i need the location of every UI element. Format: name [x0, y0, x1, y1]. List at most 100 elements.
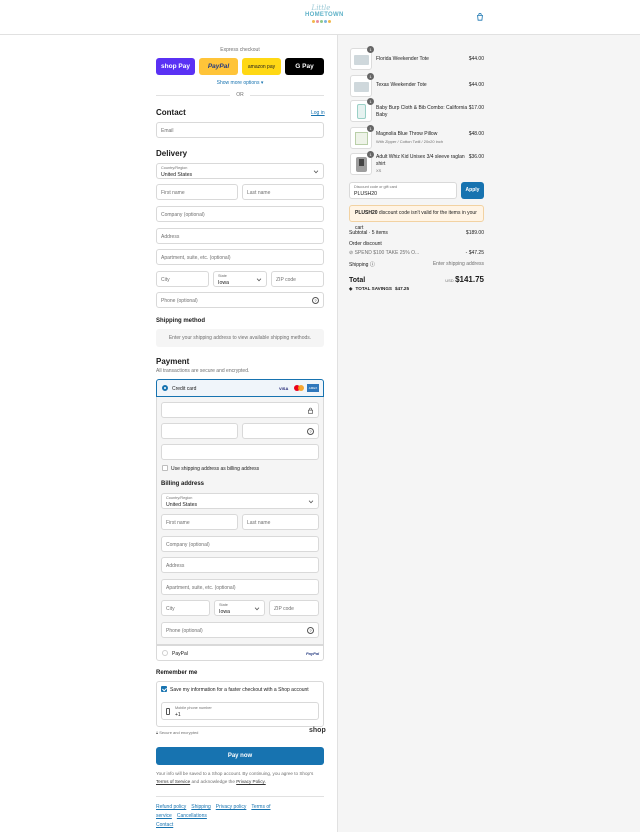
phone-field[interactable]: Phone (optional)? [156, 292, 324, 308]
billing-last-name-field[interactable]: Last name [242, 514, 319, 530]
paypal-option[interactable]: PayPal PayPal [156, 645, 324, 661]
header: Little HOMETOWN [0, 0, 640, 35]
product-variant: XS [376, 168, 382, 173]
product-price: $44.00 [468, 82, 484, 88]
subtotal-row: Subtotal · 5 items $189.00 [349, 230, 484, 236]
billing-zip-field[interactable]: ZIP code [269, 600, 319, 616]
save-info-label: Save my information for a faster checkou… [170, 687, 309, 693]
shopping-bag-icon[interactable] [476, 13, 484, 21]
first-name-field[interactable]: First name [156, 184, 238, 200]
footer-link-shipping[interactable]: Shipping [191, 804, 210, 810]
city-field[interactable]: City [156, 271, 209, 287]
footer-link-cancellations[interactable]: Cancellations [177, 813, 207, 819]
total-row: Total USD $141.75 [349, 275, 484, 284]
footer-link-contact[interactable]: Contact [156, 822, 173, 828]
country-select[interactable]: Country/Region United States [156, 163, 324, 179]
last-name-field[interactable]: Last name [242, 184, 324, 200]
billing-phone-field[interactable]: Phone (optional)? [161, 622, 319, 638]
paypal-radio[interactable] [162, 650, 168, 656]
help-icon[interactable]: ⓘ [370, 262, 375, 268]
product-name: Texas Weekender Tote [376, 82, 427, 88]
shop-pay-button[interactable]: shop Pay [156, 58, 195, 75]
billing-company-field[interactable]: Company (optional) [161, 536, 319, 552]
product-thumbnail: 1 [350, 46, 374, 70]
product-name: Magnolia Blue Throw Pillow [376, 131, 438, 137]
mobile-phone-field[interactable]: Mobile phone number +1 [161, 702, 319, 720]
lock-icon [308, 407, 313, 414]
amazon-pay-button[interactable]: amazon pay [242, 58, 281, 75]
chevron-down-icon [308, 498, 314, 504]
billing-address-field[interactable]: Address [161, 557, 319, 573]
shipping-method-notice: Enter your shipping address to view avai… [156, 329, 324, 347]
discount-error-banner: PLUSH20 discount code isn't valid for th… [349, 205, 484, 231]
save-info-checkbox[interactable] [161, 686, 167, 692]
billing-state-select[interactable]: State Iowa [214, 600, 265, 616]
use-shipping-address-label: Use shipping address as billing address [171, 466, 260, 472]
or-separator: OR [230, 92, 250, 98]
express-checkout-title: Express checkout [220, 47, 260, 53]
product-name: Baby Burp Cloth & Bib Combo: California … [376, 105, 468, 118]
credit-card-radio[interactable] [162, 385, 168, 391]
pay-now-button[interactable]: Pay now [156, 747, 324, 765]
billing-city-field[interactable]: City [161, 600, 210, 616]
credit-card-option[interactable]: Credit card VISA AMEX [156, 379, 324, 397]
product-price: $36.00 [468, 154, 484, 160]
shop-logo: shop [309, 727, 326, 734]
delivery-heading: Delivery [156, 149, 188, 158]
billing-country-select[interactable]: Country/Region United States [161, 493, 319, 509]
help-icon[interactable]: ? [307, 428, 314, 435]
zip-field[interactable]: ZIP code [271, 271, 324, 287]
billing-apartment-field[interactable]: Apartment, suite, etc. (optional) [161, 579, 319, 595]
quantity-badge: 1 [367, 46, 374, 53]
product-thumbnail: 1 [350, 98, 374, 122]
phone-icon [166, 708, 170, 715]
name-on-card-field[interactable] [161, 444, 319, 460]
tag-icon: ⊘ [349, 250, 354, 256]
savings-tag-icon: ◈ [349, 286, 353, 291]
product-price: $48.00 [468, 131, 484, 137]
contact-heading: Contact [156, 108, 186, 117]
secure-encrypted-note: 🔒︎ Secure and encrypted [156, 730, 199, 735]
footer-link-privacy[interactable]: Privacy policy [216, 804, 247, 810]
footer-links: Refund policy Shipping Privacy policy Terms… [156, 803, 326, 830]
shipping-row: Shipping ⓘ Enter shipping address [349, 261, 484, 268]
company-field[interactable]: Company (optional) [156, 206, 324, 222]
state-select[interactable]: State Iowa [213, 271, 267, 287]
product-name: Florida Weekender Tote [376, 56, 429, 62]
lock-icon: 🔒︎ [156, 730, 159, 735]
quantity-badge: 1 [367, 98, 374, 105]
billing-first-name-field[interactable]: First name [161, 514, 238, 530]
total-savings-row: ◈ TOTAL SAVINGS $47.25 [349, 286, 410, 291]
remember-me-heading: Remember me [156, 670, 198, 676]
terms-of-service-link[interactable]: Terms of Service [156, 779, 190, 784]
discount-detail-row: ⊘ SPEND $100 TAKE 25% O... - $47.25 [349, 250, 484, 256]
payment-heading: Payment [156, 357, 190, 366]
chevron-down-icon [256, 276, 262, 282]
store-logo[interactable]: Little HOMETOWN [305, 5, 343, 29]
paypal-button[interactable]: PayPal [199, 58, 238, 75]
expiration-date-field[interactable] [161, 423, 238, 439]
order-discount-row: Order discount [349, 241, 382, 247]
google-pay-button[interactable]: G Pay [285, 58, 324, 75]
log-in-link[interactable]: Log in [311, 110, 325, 116]
privacy-policy-link[interactable]: Privacy Policy. [236, 779, 266, 784]
help-icon[interactable]: ? [307, 627, 314, 634]
apply-discount-button[interactable]: Apply [461, 182, 484, 199]
billing-address-heading: Billing address [161, 481, 205, 487]
apartment-field[interactable]: Apartment, suite, etc. (optional) [156, 249, 324, 265]
card-number-field[interactable] [161, 402, 319, 418]
chevron-down-icon [313, 168, 319, 174]
footer-link-refund[interactable]: Refund policy [156, 804, 186, 810]
product-thumbnail: 1 [350, 73, 374, 97]
email-field[interactable]: Email [156, 122, 324, 138]
use-shipping-address-checkbox[interactable] [162, 465, 168, 471]
show-more-options-link[interactable]: Show more options ▾ [156, 80, 324, 86]
quantity-badge: 1 [367, 151, 374, 158]
footer-divider [156, 796, 324, 797]
discount-code-field[interactable]: Discount code or gift card PLUSH20 [349, 182, 457, 199]
chevron-down-icon: ▾ [260, 80, 264, 86]
security-code-field[interactable]: ? [242, 423, 319, 439]
address-field[interactable]: Address [156, 228, 324, 244]
visa-icon: VISA [279, 386, 289, 391]
help-icon[interactable]: ? [312, 297, 319, 304]
